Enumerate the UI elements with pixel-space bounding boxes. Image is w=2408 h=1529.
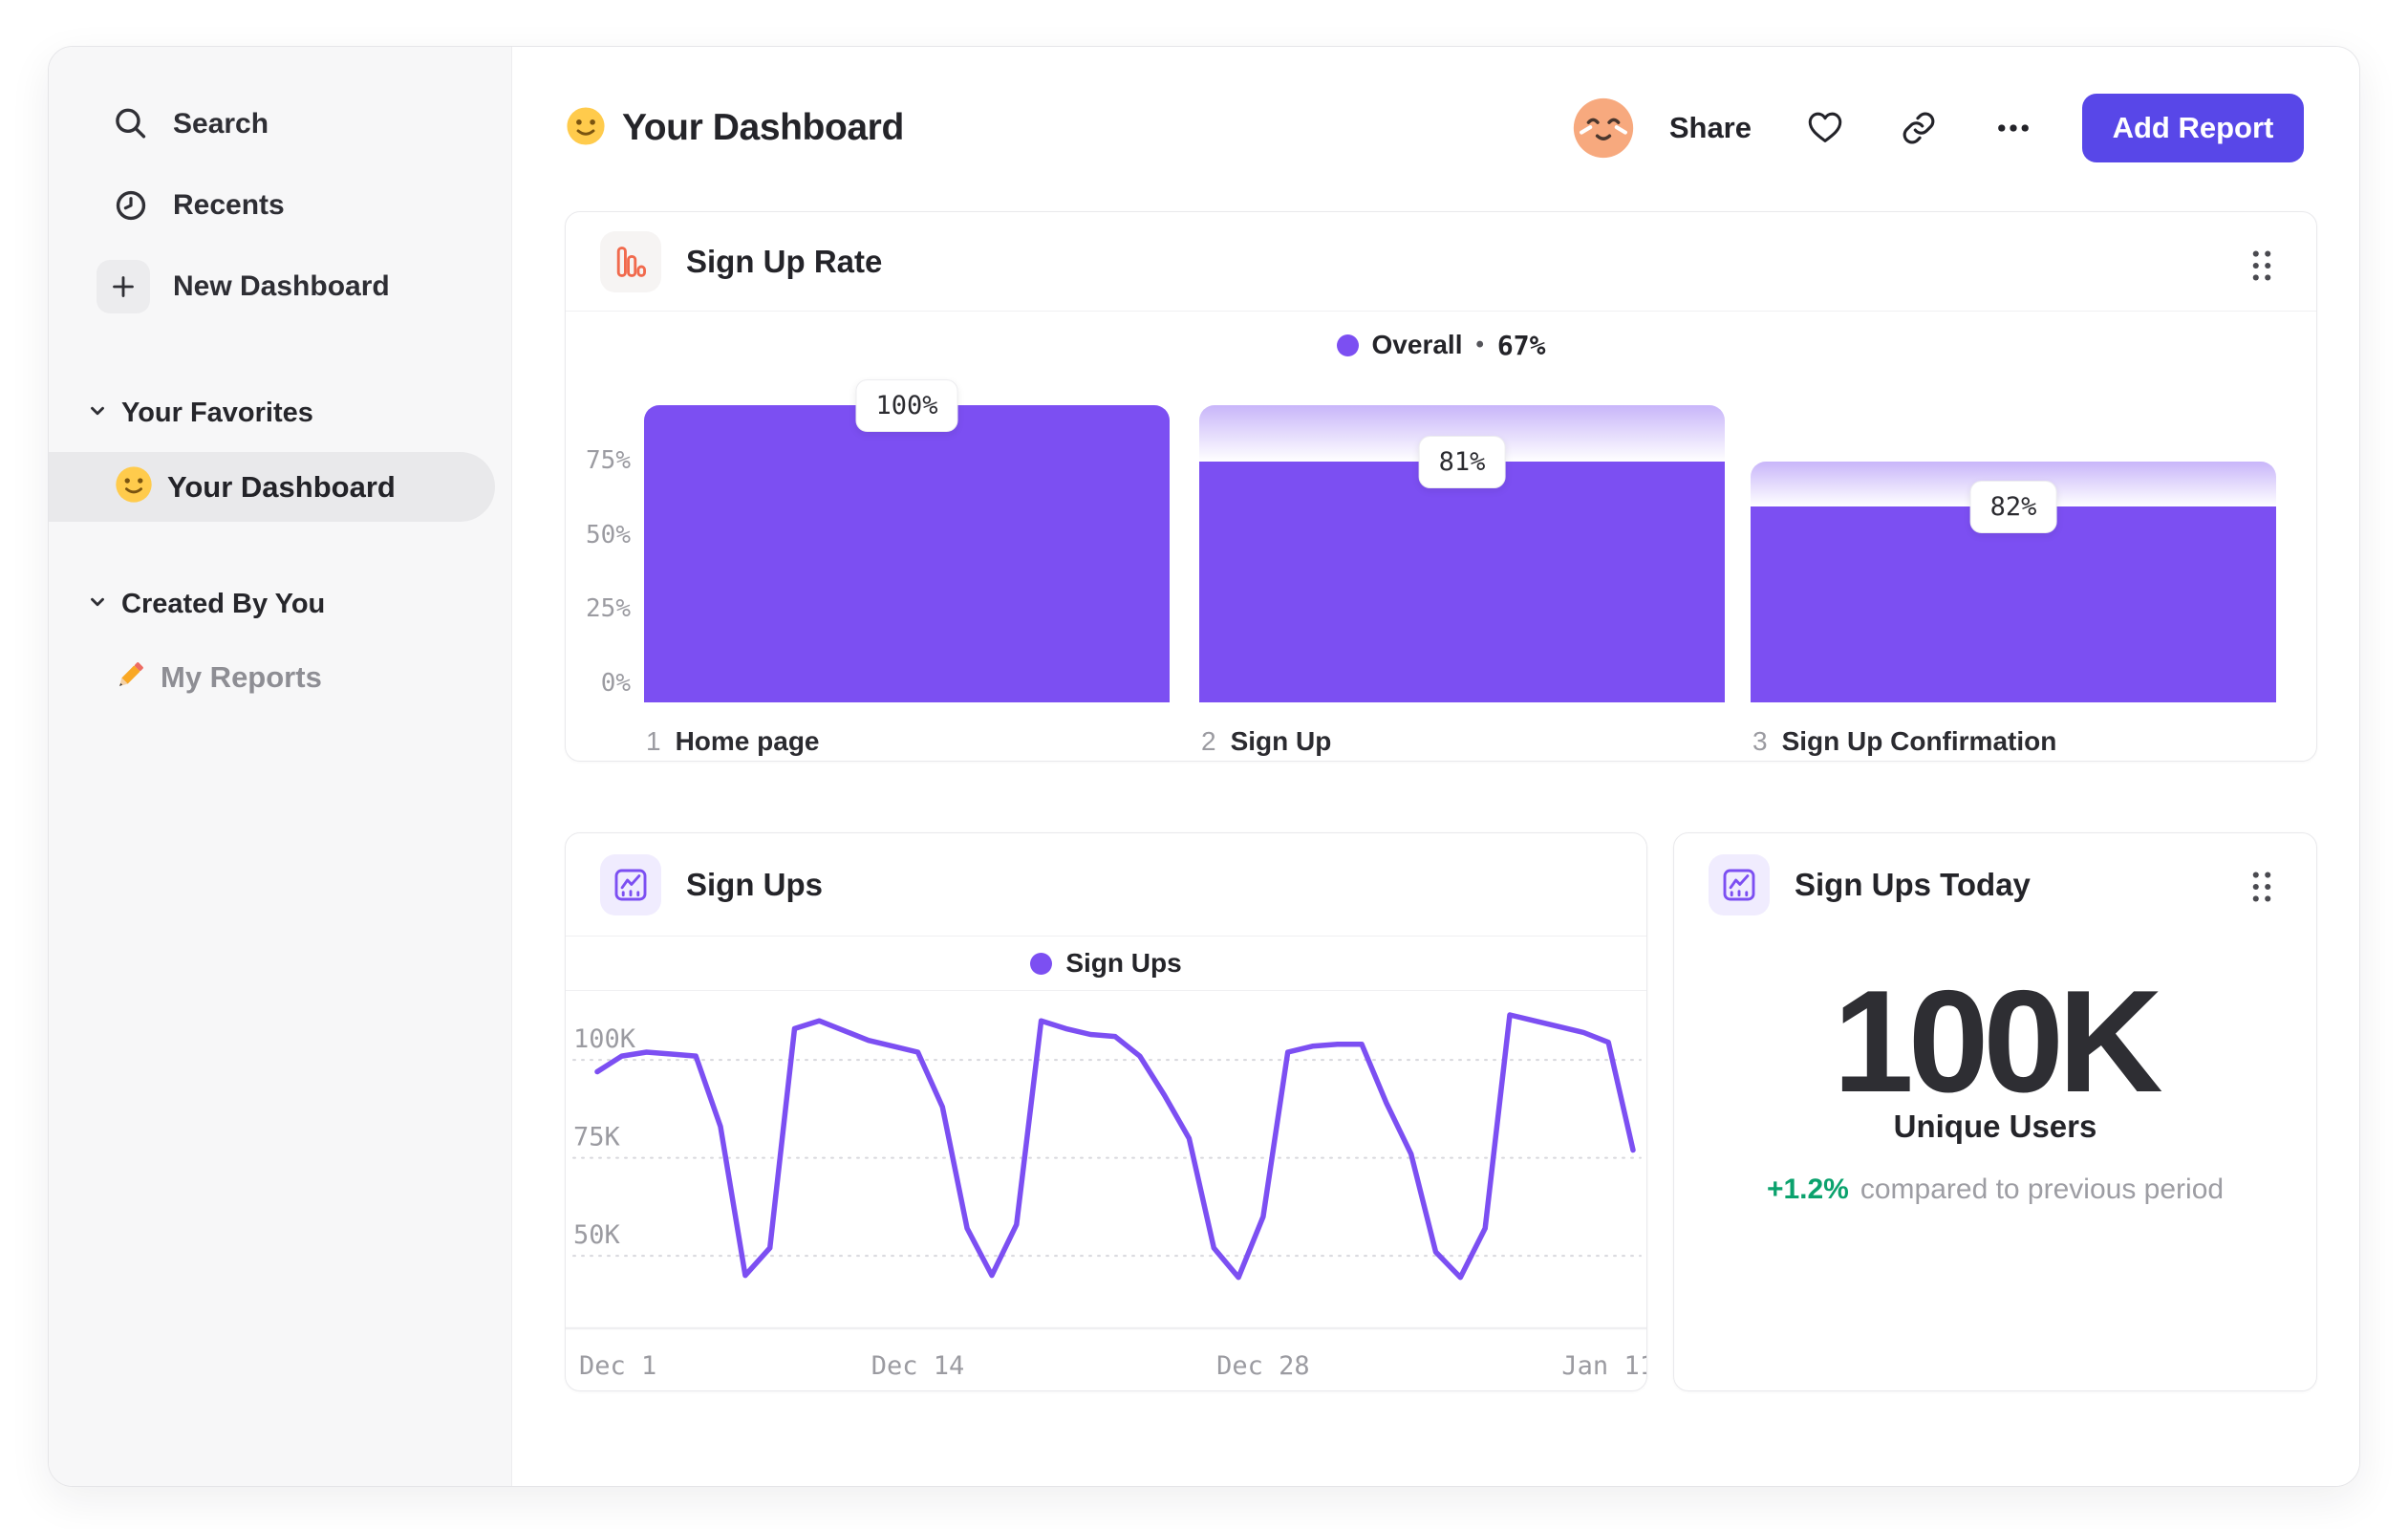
funnel-bar-fill — [1751, 506, 2276, 702]
chevron-down-icon — [87, 400, 108, 426]
sidebar-item-new-dashboard[interactable]: New Dashboard — [49, 260, 511, 313]
avatar[interactable] — [1572, 97, 1635, 160]
more-options-icon[interactable] — [1992, 107, 2034, 149]
conversion-badge: 82% — [1969, 480, 2057, 533]
kpi-value: 100K — [1833, 960, 2162, 1123]
share-button[interactable]: Share — [1669, 111, 1752, 145]
sidebar-item-search[interactable]: Search — [49, 97, 511, 151]
sidebar-item-label: Search — [173, 108, 269, 140]
kpi-delta-note: compared to previous period — [1860, 1174, 2225, 1205]
line-plot[interactable]: 50K 75K 100K Dec 1 Dec 14 Dec 28 Jan 11 — [566, 991, 1655, 1391]
smiley-emoji-icon — [565, 105, 607, 152]
y-tick-label: 100K — [573, 1024, 636, 1054]
sidebar-section-created-by-you[interactable]: Created By You — [87, 588, 326, 619]
step-name: Sign Up Confirmation — [1781, 726, 2057, 756]
clock-icon — [104, 179, 158, 232]
legend-dot — [1030, 952, 1053, 975]
chevron-down-icon — [87, 592, 108, 617]
funnel-step-label: 2 Sign Up — [1201, 726, 1331, 757]
sign-up-rate-card: Sign Up Rate Overall • 67% 0% 25% 50% 75% 10… — [565, 211, 2317, 762]
funnel-plot: 0% 25% 50% 75% 100% 81% 82% — [566, 379, 2316, 702]
header-actions: Share Add Report — [1572, 94, 2304, 162]
funnel-step-label: 3 Sign Up Confirmation — [1752, 726, 2056, 757]
sign-ups-series-line[interactable] — [594, 1012, 1636, 1281]
funnel-x-axis-labels: 1 Home page 2 Sign Up 3 Sign Up Confirmation — [566, 726, 2316, 761]
card-title: Sign Ups — [686, 866, 824, 902]
funnel-bar-fill — [644, 405, 1170, 702]
sidebar-item-label: My Reports — [161, 660, 322, 694]
funnel-chart-icon — [600, 230, 661, 292]
section-title: Your Favorites — [121, 397, 313, 428]
card-header: Sign Ups — [566, 833, 1646, 937]
sidebar-item-recents[interactable]: Recents — [49, 179, 511, 232]
funnel-bar-fill — [1199, 462, 1725, 702]
plus-icon — [97, 260, 150, 313]
y-tick-label: 50K — [573, 1220, 621, 1250]
app-window: Search Recents New Dashboard Your Favori… — [48, 46, 2360, 1487]
conversion-badge: 100% — [855, 379, 958, 432]
funnel-step-label: 1 Home page — [646, 726, 820, 757]
line-chart-icon — [1709, 854, 1770, 915]
step-name: Sign Up — [1230, 726, 1332, 756]
sidebar-item-my-reports[interactable]: My Reports — [111, 658, 322, 697]
y-tick-label: 75K — [573, 1123, 621, 1152]
funnel-y-tick: 50% — [586, 520, 631, 549]
sidebar-section-your-favorites[interactable]: Your Favorites — [87, 397, 313, 428]
step-number: 1 — [646, 726, 661, 756]
chart-legend: Overall • 67% — [566, 312, 2316, 378]
card-title: Sign Ups Today — [1795, 867, 2031, 902]
kpi-delta: +1.2% — [1766, 1174, 1849, 1205]
funnel-y-tick: 25% — [586, 594, 631, 624]
search-icon — [104, 97, 158, 151]
legend-label: Overall — [1371, 330, 1463, 359]
sign-ups-line-chart: 50K 75K 100K Dec 1 Dec 14 Dec 28 Jan 11 — [566, 1012, 1655, 1381]
step-number: 3 — [1752, 726, 1768, 756]
step-number: 2 — [1201, 726, 1216, 756]
pencil-emoji-icon — [111, 657, 149, 700]
conversion-badge: 81% — [1418, 436, 1506, 489]
card-title: Sign Up Rate — [686, 243, 883, 279]
sign-ups-card: Sign Ups Sign Ups 50K 75K 100K Dec 1 Dec 14 D… — [565, 832, 1655, 1391]
copy-link-icon[interactable] — [1899, 108, 1939, 148]
funnel-bar-1[interactable]: 100% — [644, 379, 1170, 702]
dashboard-header: Your Dashboard Share Add Report — [565, 85, 2304, 171]
funnel-bar-2[interactable]: 81% — [1199, 379, 1725, 702]
sidebar: Search Recents New Dashboard Your Favori… — [49, 47, 512, 1486]
chart-legend: Sign Ups — [566, 937, 1646, 991]
kpi-metric-label: Unique Users — [1893, 1109, 2097, 1144]
favorite-heart-icon[interactable] — [1805, 108, 1845, 148]
sidebar-item-your-dashboard[interactable]: Your Dashboard — [49, 452, 495, 522]
sidebar-item-label: New Dashboard — [173, 270, 390, 302]
funnel-bar-window — [644, 405, 1170, 702]
main-content: Your Dashboard Share Add Report Sign Up … — [512, 47, 2359, 1486]
card-header: Sign Up Rate — [566, 212, 2316, 312]
drag-handle-icon[interactable] — [2249, 248, 2274, 288]
line-chart-icon — [600, 853, 661, 915]
page-title: Your Dashboard — [622, 107, 904, 148]
x-tick-label: Dec 14 — [871, 1351, 965, 1381]
drag-handle-icon[interactable] — [2249, 870, 2274, 909]
page-title-wrap: Your Dashboard — [565, 105, 904, 152]
x-tick-label: Dec 28 — [1216, 1351, 1310, 1381]
legend-separator: • — [1475, 332, 1484, 357]
smiley-emoji-icon — [114, 464, 154, 509]
legend-label: Sign Ups — [1065, 948, 1182, 978]
sidebar-item-label: Recents — [173, 189, 285, 221]
kpi-delta-row: +1.2% compared to previous period — [1674, 1174, 2316, 1206]
sign-ups-today-card: Sign Ups Today 100K Unique Users +1.2% co… — [1673, 832, 2317, 1391]
funnel-bar-3[interactable]: 82% — [1751, 379, 2276, 702]
x-tick-label: Jan 11 — [1561, 1351, 1646, 1381]
x-tick-label: Dec 1 — [579, 1351, 656, 1381]
sidebar-item-label: Your Dashboard — [167, 469, 396, 504]
funnel-y-tick: 75% — [586, 445, 631, 475]
add-report-button[interactable]: Add Report — [2082, 94, 2304, 162]
legend-value: 67% — [1496, 329, 1546, 361]
step-name: Home page — [675, 726, 820, 756]
card-header: Sign Ups Today — [1674, 833, 2316, 937]
section-title: Created By You — [121, 588, 326, 619]
legend-dot — [1336, 334, 1359, 356]
funnel-y-tick: 0% — [600, 669, 631, 698]
